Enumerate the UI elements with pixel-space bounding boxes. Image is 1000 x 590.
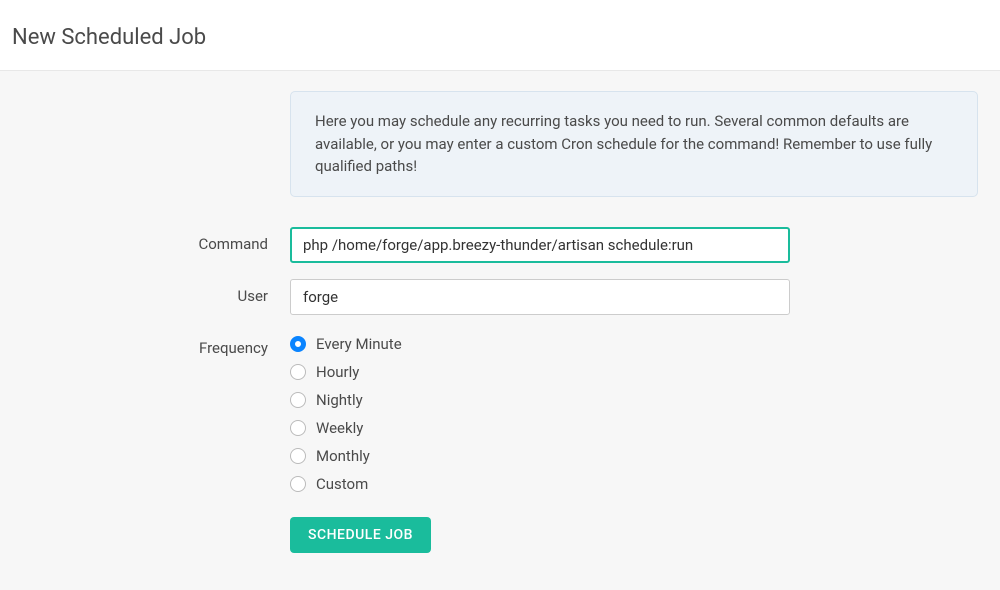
radio-circle-icon [290,448,306,464]
radio-monthly[interactable]: Monthly [290,447,790,465]
info-box: Here you may schedule any recurring task… [290,91,978,197]
frequency-field-wrap: Every Minute Hourly Nightly Week [290,331,790,493]
radio-label: Monthly [316,447,370,465]
info-text: Here you may schedule any recurring task… [315,112,932,175]
main-panel: Here you may schedule any recurring task… [0,70,1000,590]
radio-circle-icon [290,364,306,380]
user-input[interactable] [290,279,790,315]
frequency-radio-group: Every Minute Hourly Nightly Week [290,331,790,493]
page-title: New Scheduled Job [0,0,1000,70]
user-label: User [10,279,290,305]
radio-every-minute[interactable]: Every Minute [290,335,790,353]
radio-circle-icon [290,476,306,492]
radio-custom[interactable]: Custom [290,475,790,493]
radio-hourly[interactable]: Hourly [290,363,790,381]
form-row-command: Command [10,227,990,263]
radio-circle-icon [290,420,306,436]
form-row-user: User [10,279,990,315]
radio-label: Custom [316,475,368,493]
radio-circle-icon [290,392,306,408]
user-field-wrap [290,279,790,315]
radio-label: Hourly [316,363,359,381]
form-row-frequency: Frequency Every Minute Hourly [10,331,990,493]
radio-label: Nightly [316,391,363,409]
radio-nightly[interactable]: Nightly [290,391,790,409]
radio-label: Weekly [316,419,363,437]
content-wrap: Here you may schedule any recurring task… [10,91,990,553]
frequency-label: Frequency [10,331,290,357]
command-label: Command [10,227,290,253]
radio-circle-icon [290,336,306,352]
command-input[interactable] [290,227,790,263]
page-container: New Scheduled Job Here you may schedule … [0,0,1000,577]
radio-label: Every Minute [316,335,402,353]
schedule-job-button[interactable]: SCHEDULE JOB [290,517,431,553]
radio-weekly[interactable]: Weekly [290,419,790,437]
submit-row: SCHEDULE JOB [10,517,990,553]
command-field-wrap [290,227,790,263]
